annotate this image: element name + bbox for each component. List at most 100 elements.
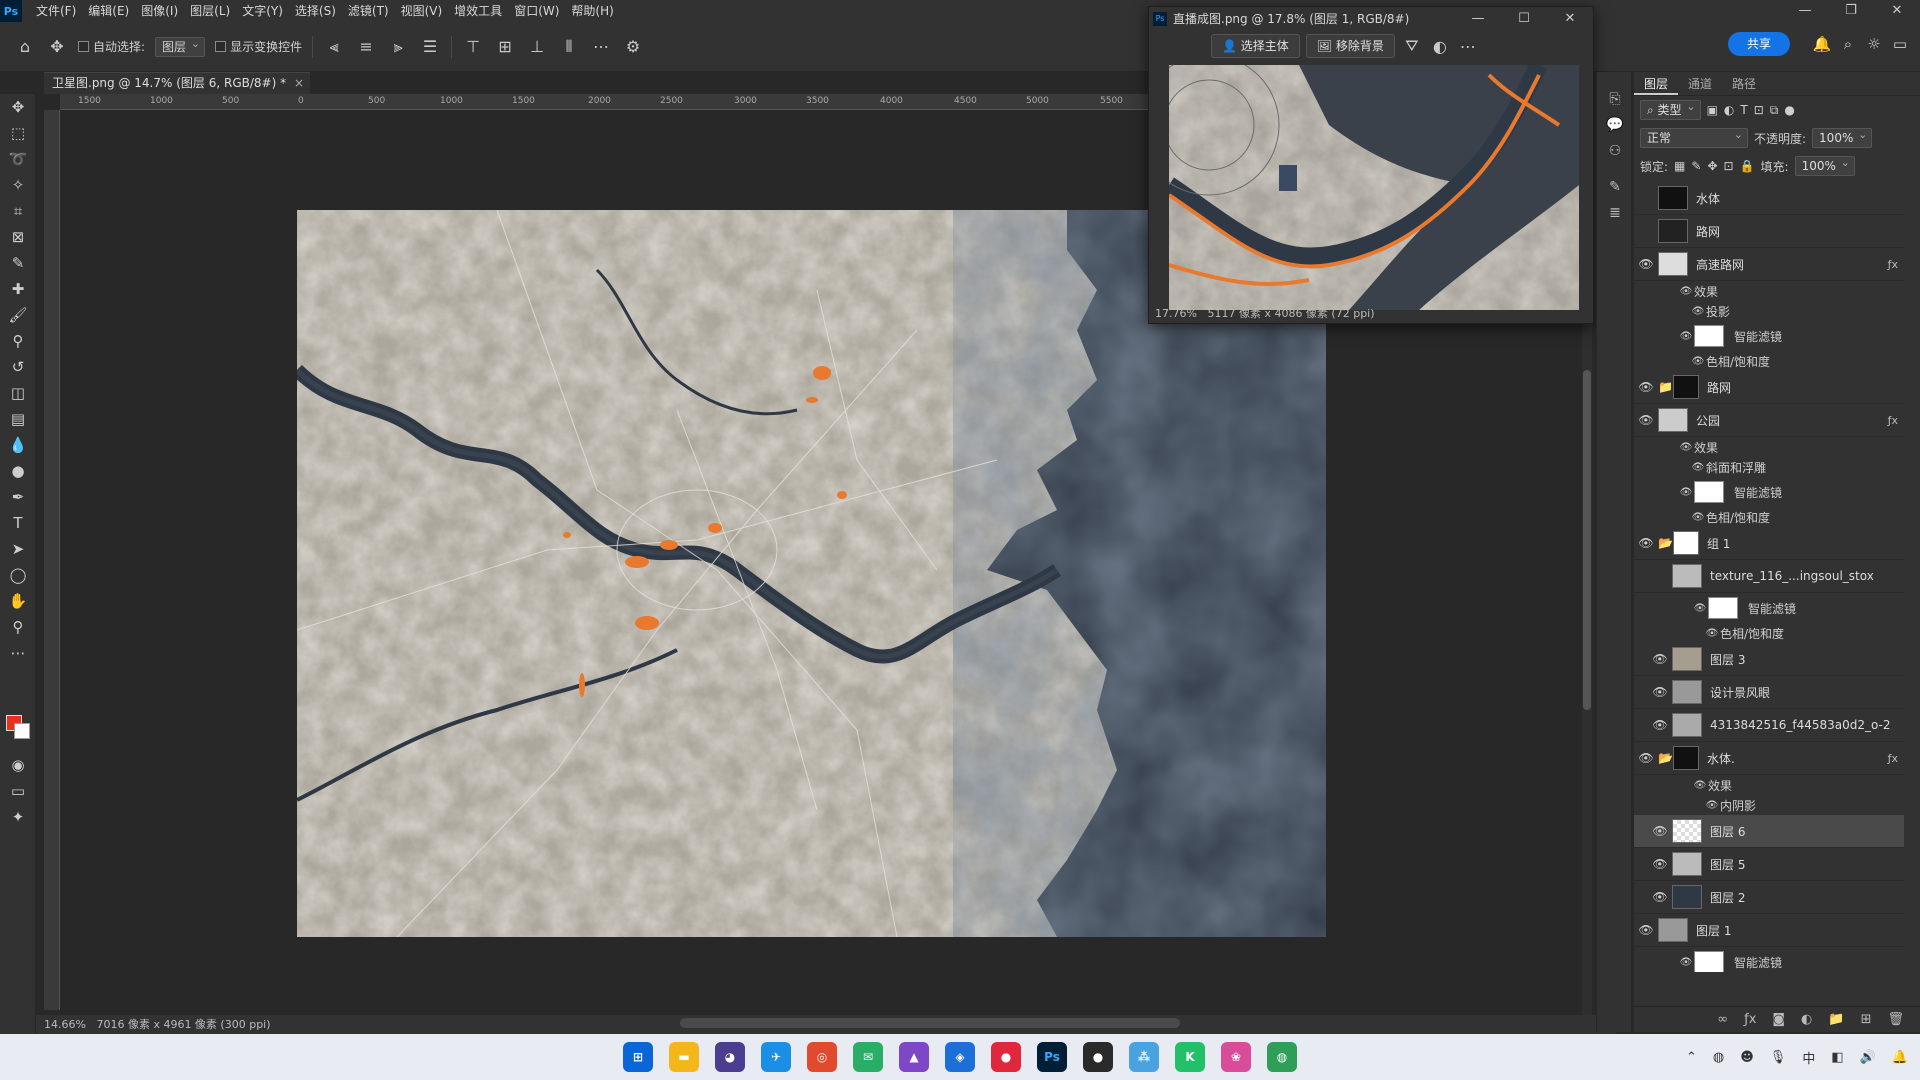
menu-layer[interactable]: 图层(L) xyxy=(184,0,236,22)
ellipse-tool-icon[interactable]: ◯ xyxy=(0,562,36,588)
remove-background-button[interactable]: 🖼 移除背景 xyxy=(1305,34,1395,58)
file-explorer-icon[interactable]: ▬ xyxy=(669,1042,699,1072)
layer-row[interactable]: 👁 设计景风眼 xyxy=(1634,676,1904,709)
healing-brush-tool-icon[interactable]: ✚ xyxy=(0,276,36,302)
tab-layers[interactable]: 图层 xyxy=(1634,72,1679,95)
blend-mode-dropdown[interactable]: 正常 xyxy=(1640,126,1748,148)
align-left-icon[interactable]: ⫷ xyxy=(323,36,345,58)
fx-icon[interactable]: ƒx xyxy=(1888,752,1898,765)
microphone-icon[interactable]: 🎙 xyxy=(1770,1050,1787,1065)
properties-panel-icon[interactable]: ≣ xyxy=(1597,200,1633,226)
auto-select-target-dropdown[interactable]: 图层 xyxy=(155,35,206,57)
lock-transparency-icon[interactable]: ▦ xyxy=(1674,159,1685,173)
visibility-eye-icon[interactable]: 👁 xyxy=(1634,257,1658,271)
opacity-input[interactable]: 100% xyxy=(1812,126,1873,148)
app-globe-icon[interactable]: ◍ xyxy=(1267,1042,1297,1072)
learn-panel-icon[interactable]: ⚇ xyxy=(1597,138,1633,164)
layer-row[interactable]: 👁 高速路网 ƒx xyxy=(1634,248,1904,281)
layer-row[interactable]: 👁 公园 ƒx xyxy=(1634,404,1904,437)
chrome-icon[interactable]: ◎ xyxy=(807,1042,837,1072)
visibility-eye-icon[interactable]: 👁 xyxy=(1634,224,1658,238)
tray-app-icon[interactable]: ◧ xyxy=(1831,1050,1843,1065)
menu-help[interactable]: 帮助(H) xyxy=(565,0,619,22)
background-color-swatch[interactable] xyxy=(14,723,30,739)
visibility-eye-icon[interactable]: 👁 xyxy=(1704,628,1720,639)
more-options-icon[interactable]: ⋯ xyxy=(1457,35,1479,57)
app-orb-icon[interactable]: ● xyxy=(1083,1042,1113,1072)
maximize-icon[interactable]: ❐ xyxy=(1828,0,1874,22)
layer-filter-dropdown[interactable]: ⌕ 类型 xyxy=(1640,98,1701,120)
minimize-icon[interactable]: — xyxy=(1455,7,1501,31)
visibility-eye-icon[interactable]: 👁 xyxy=(1690,462,1706,473)
delete-layer-icon[interactable]: 🗑 xyxy=(1887,1012,1904,1027)
brush-tool-icon[interactable]: 🖌 xyxy=(0,302,36,328)
filter-row[interactable]: 👁 色相/饱和度 xyxy=(1634,623,1904,643)
filter-pixel-icon[interactable]: ▣ xyxy=(1707,103,1718,117)
minimize-icon[interactable]: — xyxy=(1782,0,1828,22)
frame-tool-icon[interactable]: ⊠ xyxy=(0,224,36,250)
workspace-icon[interactable]: ▭ xyxy=(1890,34,1910,54)
crop-tool-icon[interactable]: ⌗ xyxy=(0,198,36,224)
tab-paths[interactable]: 路径 xyxy=(1722,72,1766,95)
lock-pixels-icon[interactable]: ✎ xyxy=(1691,159,1701,173)
wechat-icon[interactable]: ✉ xyxy=(853,1042,883,1072)
align-right-icon[interactable]: ⫸ xyxy=(387,36,409,58)
pen-tool-icon[interactable]: ✒ xyxy=(0,484,36,510)
fx-icon[interactable]: ƒx xyxy=(1888,258,1898,271)
menu-file[interactable]: 文件(F) xyxy=(30,0,82,22)
tab-channels[interactable]: 通道 xyxy=(1678,72,1722,95)
mask-icon[interactable]: ⛛ xyxy=(1401,35,1423,57)
visibility-eye-icon[interactable]: 👁 xyxy=(1648,857,1672,871)
history-panel-icon[interactable]: ⎘ xyxy=(1597,86,1633,112)
clone-stamp-tool-icon[interactable]: ⚲ xyxy=(0,328,36,354)
filter-row[interactable]: 👁 色相/饱和度 xyxy=(1634,351,1904,371)
zoom-level[interactable]: 14.66% xyxy=(44,1018,86,1031)
lasso-tool-icon[interactable]: ➰ xyxy=(0,146,36,172)
screen-mode-icon[interactable]: ▭ xyxy=(0,778,36,804)
smart-filter-row[interactable]: 👁 智能滤镜 xyxy=(1634,947,1904,972)
new-group-icon[interactable]: 📁 xyxy=(1828,1012,1844,1027)
wechat-tray-icon[interactable]: ◍ xyxy=(1713,1050,1724,1065)
effects-row[interactable]: 👁 效果 xyxy=(1634,281,1904,301)
align-top-icon[interactable]: ⊤ xyxy=(462,36,484,58)
distribute-icon[interactable]: ☰ xyxy=(419,36,441,58)
effects-row[interactable]: 👁 效果 xyxy=(1634,437,1904,457)
filter-adjustment-icon[interactable]: ◐ xyxy=(1724,103,1734,117)
maximize-icon[interactable]: ☐ xyxy=(1501,7,1547,31)
app-record-icon[interactable]: ● xyxy=(991,1042,1021,1072)
brightness-icon[interactable]: ☼ xyxy=(1864,34,1884,54)
move-tool-preset-icon[interactable]: ✥ xyxy=(46,36,68,58)
visibility-eye-icon[interactable]: 👁 xyxy=(1678,442,1694,453)
horizontal-scrollbar[interactable] xyxy=(680,1018,1180,1028)
app-network-icon[interactable]: ⁂ xyxy=(1129,1042,1159,1072)
visibility-eye-icon[interactable]: 👁 xyxy=(1678,331,1694,342)
floating-document-canvas[interactable] xyxy=(1169,65,1579,310)
layer-row[interactable]: 👁 图层 3 xyxy=(1634,643,1904,676)
select-subject-button[interactable]: 👤 选择主体 xyxy=(1211,34,1300,58)
effects-row[interactable]: 👁 效果 xyxy=(1634,775,1904,795)
layer-row[interactable]: 👁 水体 xyxy=(1634,182,1904,215)
app-cat-icon[interactable]: ◕ xyxy=(715,1042,745,1072)
menu-type[interactable]: 文字(Y) xyxy=(236,0,289,22)
show-transform-checkbox[interactable]: 显示变换控件 xyxy=(215,38,302,55)
visibility-eye-icon[interactable]: 👁 xyxy=(1704,800,1720,811)
layer-row[interactable]: 👁 路网 xyxy=(1634,215,1904,248)
visibility-eye-icon[interactable]: 👁 xyxy=(1634,751,1658,765)
menu-plugins[interactable]: 增效工具 xyxy=(448,0,508,22)
blur-tool-icon[interactable]: 💧 xyxy=(0,432,36,458)
gear-icon[interactable]: ⚙ xyxy=(622,36,644,58)
floating-document-window[interactable]: Ps 直播成图.png @ 17.8% (图层 1, RGB/8#) — ☐ ✕… xyxy=(1148,6,1594,324)
brush-settings-icon[interactable]: ✎ xyxy=(1597,174,1633,200)
layer-row[interactable]: 👁 图层 2 xyxy=(1634,881,1904,914)
scrollbar-thumb[interactable] xyxy=(1583,370,1591,710)
fill-input[interactable]: 100% xyxy=(1794,154,1855,176)
bell-icon[interactable]: 🔔 xyxy=(1812,34,1832,54)
lock-all-icon[interactable]: 🔒 xyxy=(1740,159,1755,173)
visibility-eye-icon[interactable]: 👁 xyxy=(1648,652,1672,666)
dodge-tool-icon[interactable]: ● xyxy=(0,458,36,484)
marquee-tool-icon[interactable]: ⬚ xyxy=(0,120,36,146)
visibility-eye-icon[interactable]: 👁 xyxy=(1634,380,1658,394)
app-feishu-icon[interactable]: ✈ xyxy=(761,1042,791,1072)
visibility-eye-icon[interactable]: 👁 xyxy=(1692,603,1708,614)
layer-row[interactable]: 👁 图层 5 xyxy=(1634,848,1904,881)
